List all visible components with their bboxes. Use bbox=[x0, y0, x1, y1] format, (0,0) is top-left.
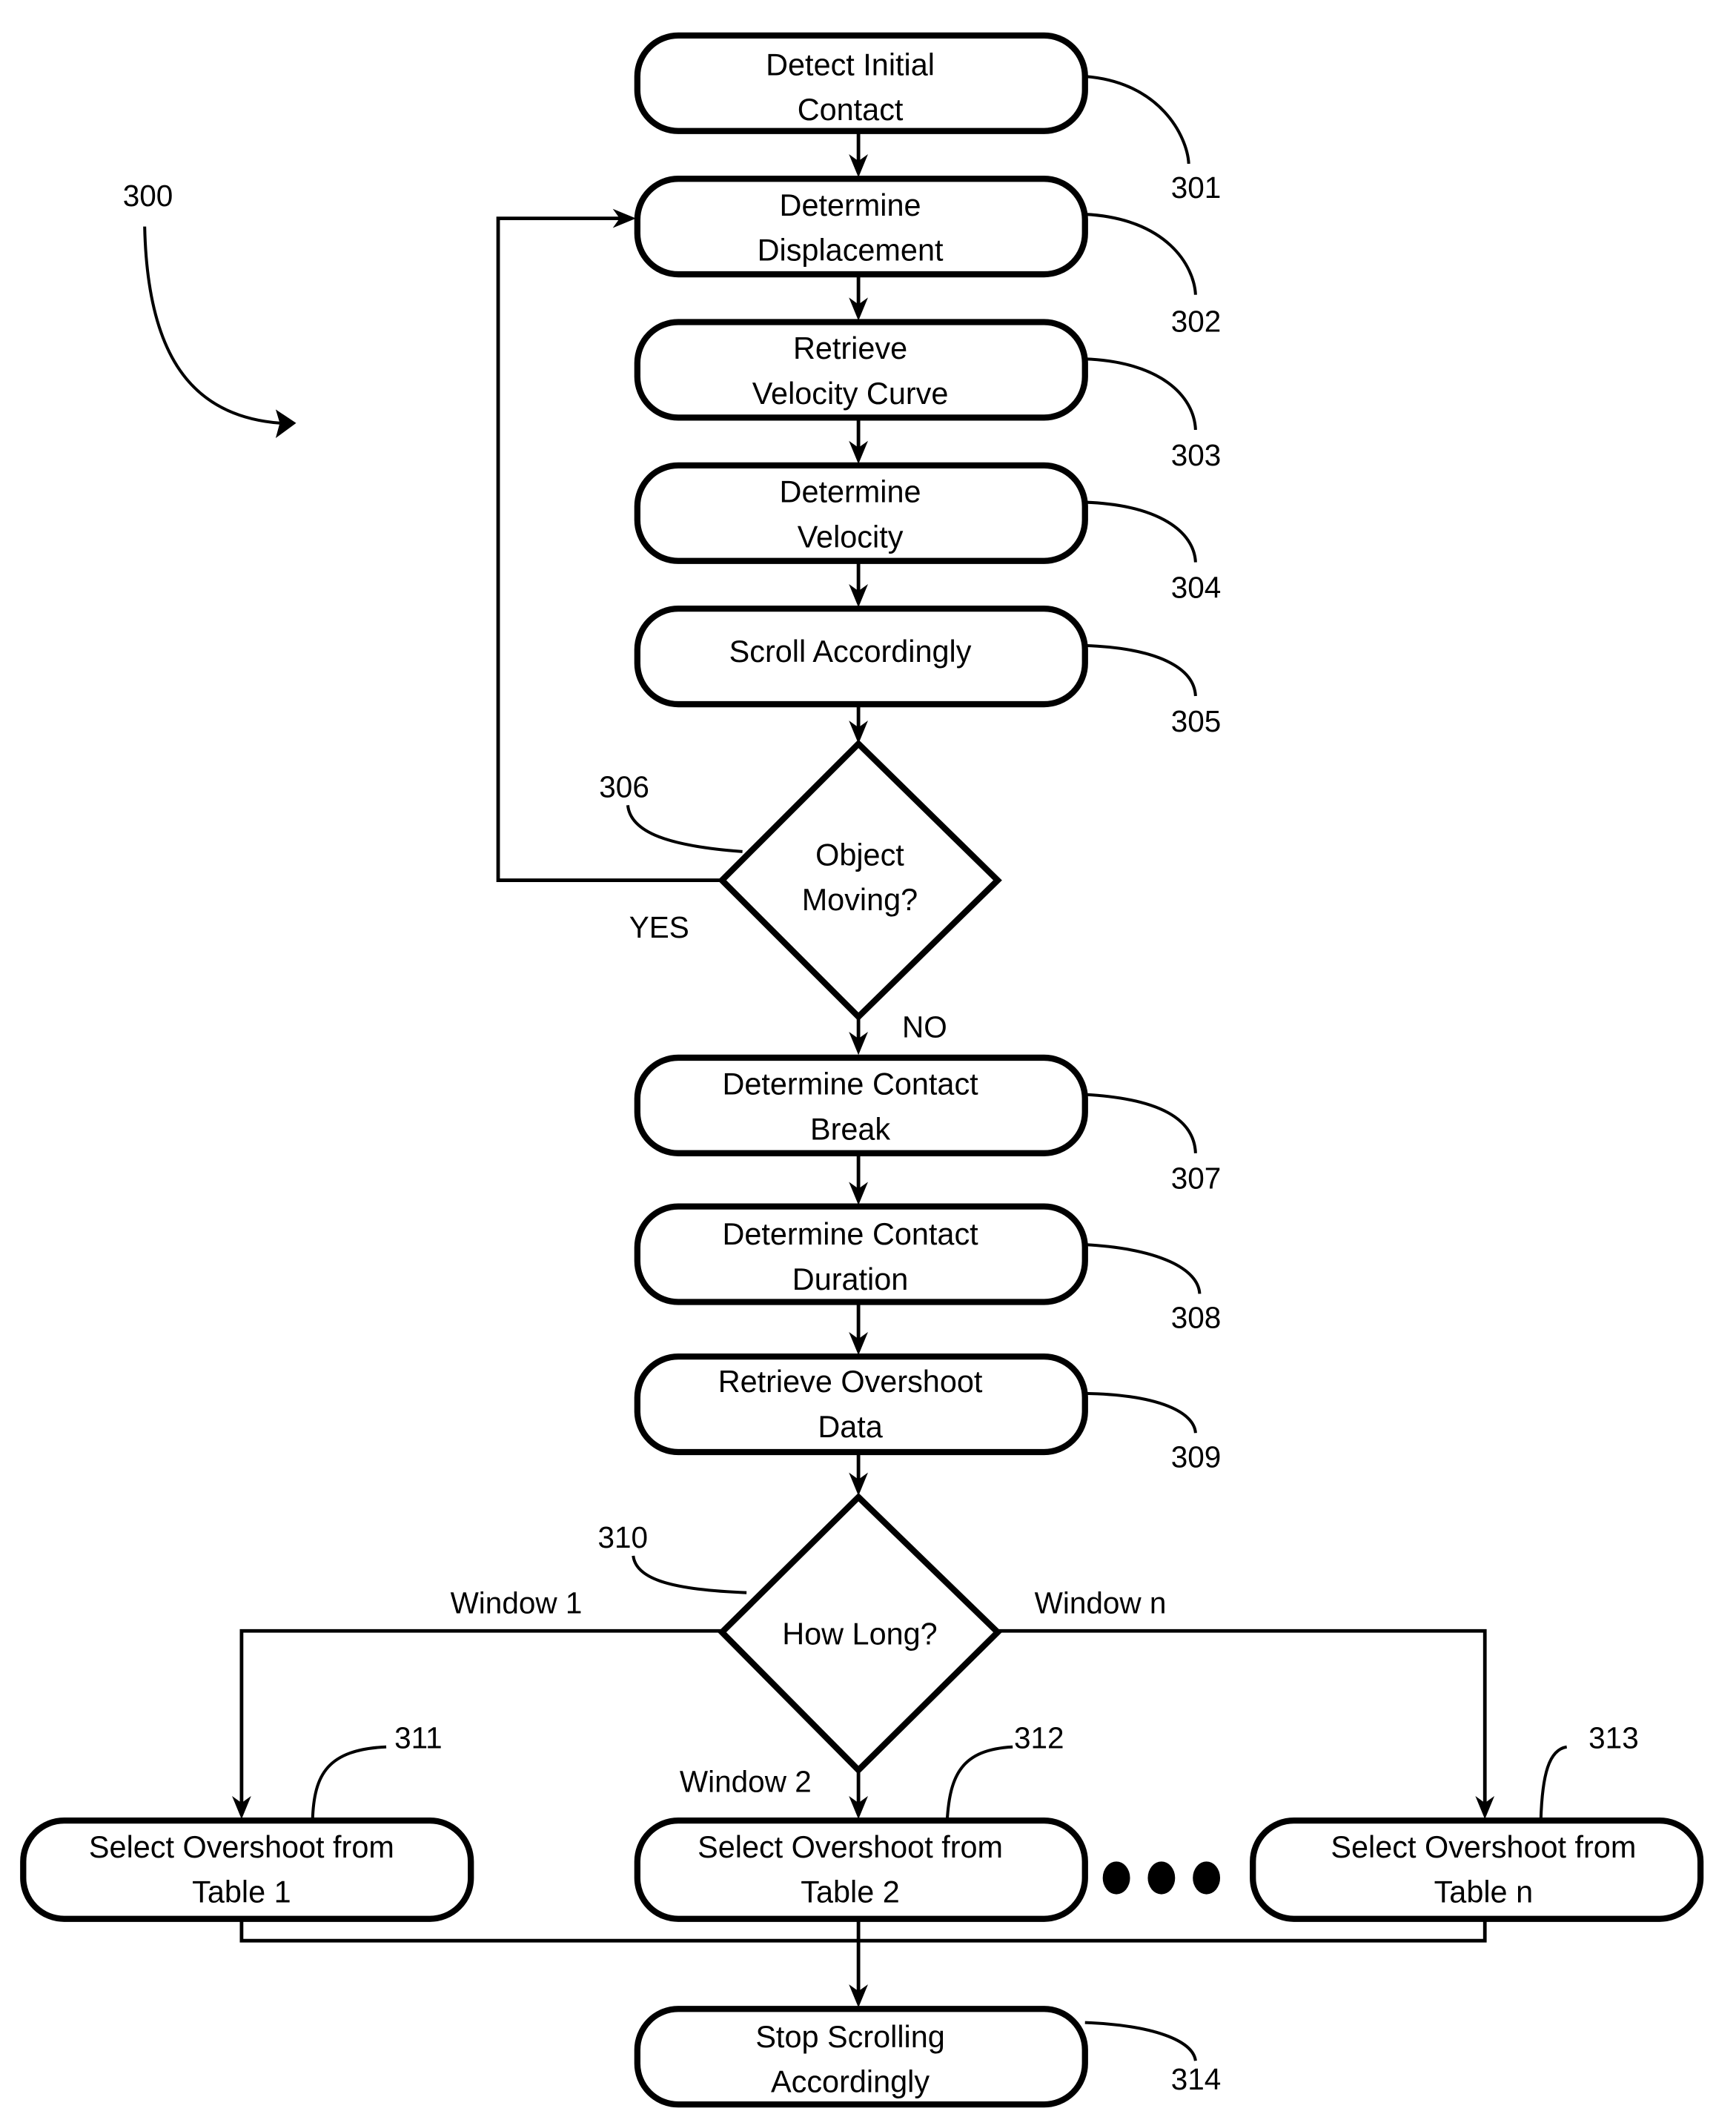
figure-ref-300: 300 bbox=[123, 179, 173, 213]
node-label: Contact bbox=[798, 93, 904, 127]
node-label: Determine Contact bbox=[722, 1067, 978, 1101]
ref-309: 309 bbox=[1171, 1439, 1222, 1474]
node-label: Break bbox=[810, 1112, 890, 1146]
node-label: Duration bbox=[792, 1262, 909, 1296]
node-label: Determine Contact bbox=[722, 1217, 978, 1251]
node-label: Velocity bbox=[798, 520, 904, 554]
edge-label-window1: Window 1 bbox=[451, 1586, 583, 1620]
edge-label-no: NO bbox=[902, 1010, 947, 1044]
ref-304: 304 bbox=[1171, 570, 1222, 604]
decision-diamond bbox=[718, 739, 1002, 1021]
node-310: How Long? bbox=[718, 1492, 1002, 1775]
leader-line bbox=[626, 805, 743, 853]
leader-line bbox=[1084, 357, 1197, 431]
ref-308: 308 bbox=[1171, 1300, 1222, 1334]
node-313: Select Overshoot from Table n bbox=[1250, 1818, 1704, 1922]
leader-line bbox=[1539, 1745, 1568, 1821]
ref-307: 307 bbox=[1171, 1162, 1222, 1196]
node-303: Retrieve Velocity Curve bbox=[634, 319, 1088, 421]
ref-311: 311 bbox=[394, 1721, 443, 1755]
node-309: Retrieve Overshoot Data bbox=[634, 1353, 1088, 1456]
node-312: Select Overshoot from Table 2 bbox=[634, 1818, 1088, 1922]
ref-310: 310 bbox=[597, 1520, 648, 1554]
edge-label-window2: Window 2 bbox=[680, 1764, 812, 1798]
node-label: Select Overshoot from bbox=[1331, 1830, 1636, 1864]
node-label: Table n bbox=[1434, 1875, 1534, 1909]
ref-314: 314 bbox=[1171, 2062, 1222, 2096]
node-label: Moving? bbox=[802, 883, 918, 917]
edge-merge bbox=[239, 1920, 1487, 1943]
ref-302: 302 bbox=[1171, 304, 1222, 338]
node-label: Determine bbox=[780, 475, 921, 509]
leader-line bbox=[945, 1745, 1013, 1821]
node-307: Determine Contact Break bbox=[634, 1054, 1088, 1156]
node-label: Table 1 bbox=[192, 1875, 291, 1909]
node-308: Determine Contact Duration bbox=[634, 1203, 1088, 1305]
node-314: Stop Scrolling Accordingly bbox=[634, 2006, 1088, 2108]
node-label: Stop Scrolling bbox=[755, 2020, 944, 2054]
node-label: Determine bbox=[780, 188, 921, 222]
leader-line bbox=[1084, 1243, 1202, 1294]
flowchart: 300 Detect Initial Contact Determine Dis… bbox=[20, 32, 1704, 2108]
ref-303: 303 bbox=[1171, 438, 1222, 472]
ref-313: 313 bbox=[1588, 1721, 1639, 1755]
node-label: Retrieve bbox=[793, 331, 907, 365]
node-label: Scroll Accordingly bbox=[729, 634, 972, 669]
node-label: Select Overshoot from bbox=[698, 1830, 1003, 1864]
edge-label-yes: YES bbox=[629, 910, 689, 944]
node-label: Select Overshoot from bbox=[89, 1830, 394, 1864]
edge-windown bbox=[997, 1628, 1487, 1809]
node-label: Data bbox=[818, 1410, 883, 1444]
node-label: Displacement bbox=[758, 233, 944, 268]
figure-ref-arrow bbox=[143, 226, 280, 425]
node-305: Scroll Accordingly bbox=[634, 606, 1088, 708]
leader-line bbox=[1084, 643, 1197, 697]
leader-line bbox=[632, 1555, 747, 1594]
node-304: Determine Velocity bbox=[634, 462, 1088, 564]
ref-306: 306 bbox=[599, 769, 649, 803]
node-306: Object Moving? bbox=[718, 739, 1002, 1021]
ref-301: 301 bbox=[1171, 170, 1222, 205]
edge-label-windown: Window n bbox=[1035, 1586, 1167, 1620]
leader-line bbox=[1084, 213, 1197, 295]
node-label: Detect Initial bbox=[766, 47, 935, 82]
node-label: Table 2 bbox=[801, 1875, 900, 1909]
leader-line bbox=[1084, 2021, 1197, 2061]
leader-line bbox=[1084, 75, 1190, 165]
ref-312: 312 bbox=[1014, 1721, 1064, 1755]
leader-line bbox=[1084, 1093, 1197, 1153]
node-311: Select Overshoot from Table 1 bbox=[20, 1818, 474, 1922]
leader-line bbox=[1084, 1391, 1197, 1434]
leader-line bbox=[1084, 500, 1197, 563]
node-label: Retrieve Overshoot bbox=[718, 1365, 983, 1399]
node-label: How Long? bbox=[782, 1617, 937, 1651]
node-label: Accordingly bbox=[771, 2065, 930, 2099]
node-label: Object bbox=[815, 838, 904, 872]
ref-305: 305 bbox=[1171, 704, 1222, 738]
node-label: Velocity Curve bbox=[752, 377, 949, 411]
node-301: Detect Initial Contact bbox=[634, 32, 1088, 134]
node-302: Determine Displacement bbox=[634, 176, 1088, 278]
ellipsis-icon bbox=[1102, 1861, 1221, 1895]
leader-line bbox=[311, 1745, 387, 1821]
edge-window1 bbox=[239, 1628, 722, 1809]
